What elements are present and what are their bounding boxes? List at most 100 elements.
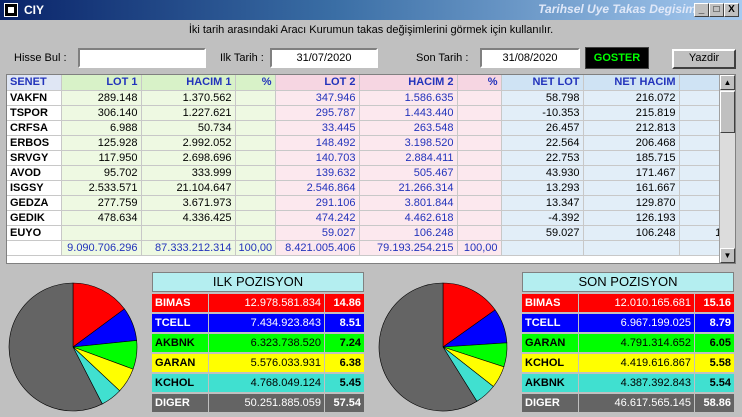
senet-cell: SRVGY [7, 150, 62, 166]
position-row[interactable]: TCELL 6.967.199.025 8.79 [522, 314, 734, 332]
position-row[interactable]: GARAN 4.791.314.652 6.05 [522, 334, 734, 352]
table-cell: 478.634 [61, 210, 142, 226]
son-pozisyon-title: SON POZISYON [522, 272, 734, 292]
position-row[interactable]: DIGER 46.617.565.145 58.86 [522, 394, 734, 412]
scroll-thumb[interactable] [720, 91, 735, 133]
position-value: 4.768.049.124 [208, 374, 324, 392]
total-cell [583, 240, 680, 256]
senet-cell: AVOD [7, 165, 62, 181]
position-row[interactable]: GARAN 5.576.033.931 6.38 [152, 354, 364, 372]
table-row[interactable]: GEDIK 478.634 4.336.425 474.242 4.462.618 -4.… [7, 210, 735, 226]
column-header[interactable]: SENET [7, 75, 62, 91]
table-cell: 13.347 [501, 195, 584, 211]
table-cell: 215.819 [583, 105, 680, 121]
table-cell [457, 90, 502, 106]
table-cell [457, 225, 502, 241]
position-value: 12.978.581.834 [208, 294, 324, 312]
column-header[interactable]: LOT 1 [61, 75, 142, 91]
title-bar[interactable]: CIY Tarihsel Uye Takas Degisim _ □ X [0, 0, 742, 20]
total-cell: 9.090.706.296 [61, 240, 142, 256]
total-cell: 100,00 [235, 240, 276, 256]
position-value: 7.434.923.843 [208, 314, 324, 332]
minimize-button[interactable]: _ [694, 3, 709, 17]
position-row[interactable]: BIMAS 12.010.165.681 15.16 [522, 294, 734, 312]
table-cell: 139.632 [275, 165, 360, 181]
column-header[interactable]: % [457, 75, 502, 91]
window-subtitle: Tarihsel Uye Takas Degisim [538, 2, 696, 16]
position-row[interactable]: AKBNK 4.387.392.843 5.54 [522, 374, 734, 392]
table-row[interactable]: ISGSY 2.533.571 21.104.647 2.546.864 21.266.… [7, 180, 735, 196]
table-row[interactable]: TSPOR 306.140 1.227.621 295.787 1.443.440 -10… [7, 105, 735, 121]
position-value: 5.576.033.931 [208, 354, 324, 372]
table-row[interactable]: GEDZA 277.759 3.671.973 291.106 3.801.844 13.… [7, 195, 735, 211]
son-tarih-field[interactable]: 31/08/2020 [480, 48, 580, 68]
ilk-tarih-field[interactable]: 31/07/2020 [270, 48, 378, 68]
position-row[interactable]: KCHOL 4.419.616.867 5.58 [522, 354, 734, 372]
table-cell: 117.950 [61, 150, 142, 166]
total-cell: 8.421.005.406 [275, 240, 360, 256]
table-cell [235, 180, 276, 196]
table-row[interactable]: SRVGY 117.950 2.698.696 140.703 2.884.411 22.… [7, 150, 735, 166]
table-row[interactable]: EUYO59.027106.24859.027106.248100 [7, 225, 735, 241]
position-pct: 57.54 [324, 394, 364, 412]
column-header[interactable]: NET HACIM [583, 75, 680, 91]
position-name: TCELL [155, 317, 191, 329]
yazdir-button[interactable]: Yazdir [672, 49, 736, 69]
table-cell: 59.027 [275, 225, 360, 241]
table-cell: 3.671.973 [141, 195, 236, 211]
position-row[interactable]: KCHOL 4.768.049.124 5.45 [152, 374, 364, 392]
hisse-search-input[interactable] [78, 48, 206, 68]
close-button[interactable]: X [724, 3, 739, 17]
table-cell: 26.457 [501, 120, 584, 136]
table-cell: -10.353 [501, 105, 584, 121]
column-header[interactable]: % [235, 75, 276, 91]
table-cell: 1.443.440 [359, 105, 458, 121]
position-value: 6.967.199.025 [578, 314, 694, 332]
table-cell: 140.703 [275, 150, 360, 166]
scroll-up-icon[interactable]: ▲ [720, 75, 735, 90]
son-tarih-label: Son Tarih : [416, 52, 469, 64]
position-pct: 15.16 [694, 294, 734, 312]
position-name: TCELL [525, 317, 561, 329]
table-cell [235, 195, 276, 211]
table-cell: 291.106 [275, 195, 360, 211]
maximize-button[interactable]: □ [709, 3, 724, 17]
total-cell: 87.333.212.314 [141, 240, 236, 256]
column-header[interactable]: HACIM 1 [141, 75, 236, 91]
position-row[interactable]: AKBNK 6.323.738.520 7.24 [152, 334, 364, 352]
table-row[interactable]: CRFSA 6.988 50.734 33.445 263.548 26.457 212.8… [7, 120, 735, 136]
column-header[interactable]: NET LOT [501, 75, 584, 91]
table-row[interactable]: AVOD 95.702 333.999 139.632 505.467 43.930 171… [7, 165, 735, 181]
position-name: AKBNK [525, 377, 565, 389]
senet-cell: ISGSY [7, 180, 62, 196]
table-cell: 185.715 [583, 150, 680, 166]
table-cell: 50.734 [141, 120, 236, 136]
total-cell: 79.193.254.215 [359, 240, 458, 256]
goster-button[interactable]: GOSTER [585, 47, 649, 69]
total-cell [501, 240, 584, 256]
grid-scrollbar[interactable]: ▲ ▼ [719, 75, 735, 263]
table-cell: 161.667 [583, 180, 680, 196]
position-row[interactable]: BIMAS 12.978.581.834 14.86 [152, 294, 364, 312]
table-cell: 1.370.562 [141, 90, 236, 106]
position-row[interactable]: DIGER 50.251.885.059 57.54 [152, 394, 364, 412]
position-name: AKBNK [155, 337, 195, 349]
position-name: DIGER [525, 397, 560, 409]
table-cell [457, 105, 502, 121]
position-pct: 58.86 [694, 394, 734, 412]
column-header[interactable]: HACIM 2 [359, 75, 458, 91]
table-cell: 1.586.635 [359, 90, 458, 106]
position-pct: 8.51 [324, 314, 364, 332]
scroll-down-icon[interactable]: ▼ [720, 248, 735, 263]
table-cell [235, 225, 276, 241]
table-row[interactable]: ERBOS 125.928 2.992.052 148.492 3.198.520 22.… [7, 135, 735, 151]
column-header[interactable]: LOT 2 [275, 75, 360, 91]
position-row[interactable]: TCELL 7.434.923.843 8.51 [152, 314, 364, 332]
total-cell [7, 240, 62, 256]
senet-cell: EUYO [7, 225, 62, 241]
table-row[interactable]: VAKFN 289.148 1.370.562 347.946 1.586.635 58.… [7, 90, 735, 106]
table-cell: 505.467 [359, 165, 458, 181]
table-cell: 212.813 [583, 120, 680, 136]
table-cell [235, 210, 276, 226]
takas-grid[interactable]: SENET LOT 1 HACIM 1% LOT 2 HACIM 2% NET LOT NE… [6, 74, 736, 264]
